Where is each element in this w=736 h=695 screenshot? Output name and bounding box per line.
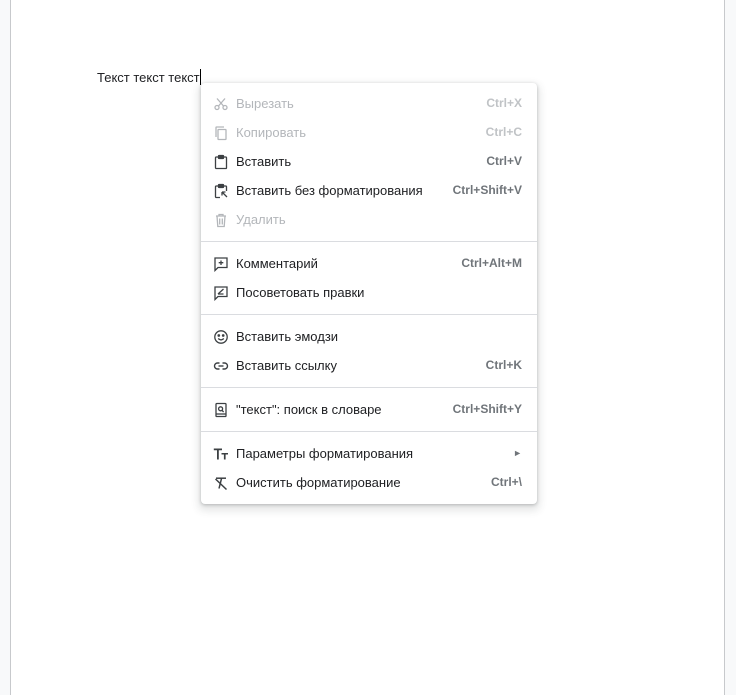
menu-item-label: Вырезать (236, 96, 294, 111)
paste-icon (213, 154, 229, 170)
menu-item-clear-formatting[interactable]: Очистить форматирование Ctrl+\ (201, 468, 537, 497)
menu-item-shortcut: Ctrl+\ (490, 475, 522, 489)
menu-item-label: Комментарий (236, 256, 318, 271)
menu-item-delete: Удалить (201, 205, 537, 234)
text-format-icon (213, 446, 229, 462)
menu-item-label: Параметры форматирования (236, 446, 414, 461)
menu-item-shortcut: Ctrl+Shift+V (452, 183, 522, 197)
menu-item-label: Вставить (236, 154, 292, 169)
menu-item-shortcut: Ctrl+Shift+Y (452, 402, 522, 416)
menu-item-label: Вставить эмодзи (236, 329, 339, 344)
menu-item-label: Вставить ссылку (236, 358, 337, 373)
menu-item-copy: Копировать Ctrl+C (201, 118, 537, 147)
menu-item-paste[interactable]: Вставить Ctrl+V (201, 147, 537, 176)
trash-icon (213, 212, 229, 228)
document-text[interactable]: Текст текст текст (97, 69, 201, 86)
menu-item-comment[interactable]: Комментарий Ctrl+Alt+M (201, 249, 537, 278)
add-comment-icon (213, 256, 229, 272)
menu-item-suggest-edits[interactable]: Посоветовать правки (201, 278, 537, 307)
menu-item-paste-plain[interactable]: Вставить без форматирования Ctrl+Shift+V (201, 176, 537, 205)
menu-item-cut: Вырезать Ctrl+X (201, 89, 537, 118)
menu-item-dictionary-lookup[interactable]: "текст": поиск в словаре Ctrl+Shift+Y (201, 395, 537, 424)
emoji-icon (213, 329, 229, 345)
context-menu: Вырезать Ctrl+X Копировать Ctrl+C Вставить Ct… (201, 83, 537, 504)
menu-item-shortcut: Ctrl+C (485, 125, 522, 139)
menu-separator (201, 241, 537, 242)
menu-item-shortcut: Ctrl+X (486, 96, 522, 110)
scissors-icon (213, 96, 229, 112)
paste-plain-icon (213, 183, 229, 199)
menu-item-format-options[interactable]: Параметры форматирования ► (201, 439, 537, 468)
menu-item-label: Очистить форматирование (236, 475, 401, 490)
suggest-edits-icon (213, 285, 229, 301)
copy-icon (213, 125, 229, 141)
menu-separator (201, 314, 537, 315)
document-text-content[interactable]: Текст текст текст (97, 70, 200, 85)
menu-item-label: Копировать (236, 125, 306, 140)
menu-item-label: Вставить без форматирования (236, 183, 423, 198)
menu-item-insert-link[interactable]: Вставить ссылку Ctrl+K (201, 351, 537, 380)
menu-item-insert-emoji[interactable]: Вставить эмодзи (201, 322, 537, 351)
menu-item-label: Посоветовать правки (236, 285, 365, 300)
menu-separator (201, 387, 537, 388)
text-cursor (199, 69, 201, 85)
clear-format-icon (213, 475, 229, 491)
link-icon (213, 358, 229, 374)
menu-item-shortcut: Ctrl+Alt+M (461, 256, 522, 270)
menu-separator (201, 431, 537, 432)
menu-item-label: "текст": поиск в словаре (236, 402, 382, 417)
menu-item-label: Удалить (236, 212, 286, 227)
dictionary-icon (213, 402, 229, 418)
menu-item-shortcut: Ctrl+V (486, 154, 522, 168)
submenu-arrow-icon: ► (513, 448, 522, 458)
menu-item-shortcut: Ctrl+K (485, 358, 522, 372)
